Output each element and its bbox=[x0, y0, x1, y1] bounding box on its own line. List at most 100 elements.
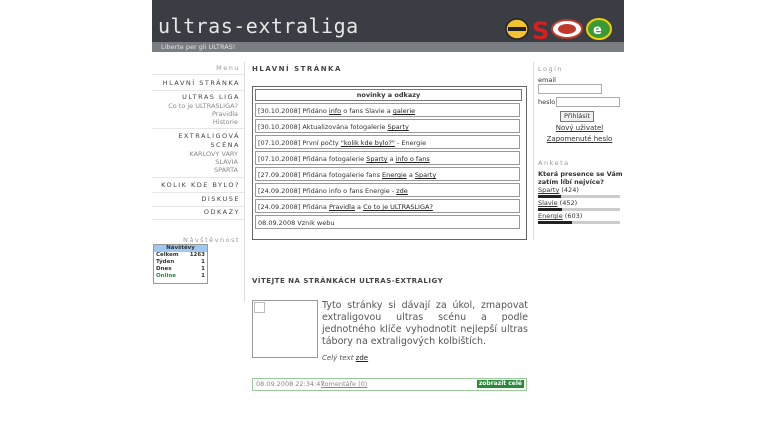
show-all-button[interactable]: zobrazit celé bbox=[476, 380, 524, 388]
news-date: [24.09.2008] bbox=[258, 203, 301, 211]
menu-sub-historie[interactable]: Historie bbox=[213, 118, 238, 126]
news-link[interactable]: Energie bbox=[382, 171, 407, 179]
login-button[interactable]: Přihlásit bbox=[560, 111, 594, 122]
page: ultras-extraliga S e Liberte per gli ULT… bbox=[152, 0, 624, 423]
menu-divider bbox=[152, 128, 244, 129]
email-input[interactable] bbox=[538, 84, 602, 94]
news-date: [30.10.2008] bbox=[258, 123, 301, 131]
article-text: Tyto stránky si dávají za úkol, zmapovat… bbox=[322, 300, 528, 347]
article-more-link[interactable]: zde bbox=[356, 354, 368, 362]
email-label: email bbox=[538, 76, 556, 84]
visits-label: Online bbox=[156, 273, 177, 279]
menu-divider bbox=[152, 177, 244, 178]
news-text: Přidána fotogalerie fans bbox=[300, 171, 383, 179]
menu-sub-karlovy-vary[interactable]: KARLOVY VARY bbox=[189, 150, 238, 158]
menu-sub-sparta[interactable]: SPARTA bbox=[214, 166, 238, 174]
news-text: a bbox=[406, 171, 415, 179]
password-label: heslo bbox=[538, 98, 556, 106]
broken-image-icon bbox=[254, 302, 265, 313]
club-logo-red-icon[interactable] bbox=[551, 18, 583, 40]
poll-option-name[interactable]: Energie bbox=[538, 212, 563, 220]
news-text: Přidána bbox=[300, 203, 329, 211]
news-text: Přidáno bbox=[300, 107, 329, 115]
news-item: [07.10.2008] Přidána fotogalerie Sparty … bbox=[255, 151, 520, 165]
news-text: První počty bbox=[300, 139, 341, 147]
news-date: [27.09.2008] bbox=[258, 171, 301, 179]
poll-bar-track bbox=[538, 195, 620, 198]
visits-row: Online 1 bbox=[154, 273, 207, 280]
visits-value: 1 bbox=[201, 259, 205, 265]
menu-divider bbox=[152, 219, 244, 220]
menu-item-ultras-liga[interactable]: ULTRAS LIGA bbox=[182, 93, 240, 102]
news-link[interactable]: Co to je ULTRASLIGA? bbox=[363, 203, 433, 211]
poll-option[interactable]: Sparty (424) bbox=[538, 186, 579, 194]
visits-label: Dnes bbox=[156, 266, 172, 272]
post-footer: 08.09.2008 22:34:47 komentáře (0) zobraz… bbox=[252, 378, 527, 391]
poll-title: Anketa bbox=[538, 159, 570, 167]
page-title: HLAVNÍ STRÁNKA bbox=[252, 65, 342, 73]
news-link[interactable]: "kolik kde bylo?" bbox=[341, 139, 395, 147]
visits-title: Návštěvnost bbox=[182, 236, 240, 244]
forgot-password-link[interactable]: Zapomenuté heslo bbox=[534, 135, 625, 143]
svg-text:S: S bbox=[532, 18, 548, 42]
news-link[interactable]: galerie bbox=[393, 107, 415, 115]
visits-value: 1 bbox=[201, 266, 205, 272]
svg-text:e: e bbox=[593, 23, 602, 38]
poll-option[interactable]: Energie (603) bbox=[538, 212, 582, 220]
site-title[interactable]: ultras-extraliga bbox=[158, 14, 359, 38]
visits-value: 1263 bbox=[189, 252, 205, 258]
poll-option[interactable]: Slavie (452) bbox=[538, 199, 577, 207]
news-text: a bbox=[354, 203, 364, 211]
club-logo-yellow-icon[interactable] bbox=[505, 18, 529, 40]
news-date: 08.09.2008 bbox=[258, 219, 296, 227]
welcome-heading: VÍTEJTE NA STRÁNKÁCH ULTRAS-EXTRALIGY bbox=[252, 277, 444, 285]
poll-option-name[interactable]: Sparty bbox=[538, 186, 559, 194]
article-more-label: Celý text bbox=[322, 354, 356, 362]
club-logo-s-icon[interactable]: S bbox=[532, 18, 548, 42]
menu-item-hlavni[interactable]: HLAVNÍ STRÁNKA bbox=[163, 79, 240, 88]
news-link[interactable]: info bbox=[329, 107, 341, 115]
news-text: Aktualizována fotogalerie bbox=[300, 123, 388, 131]
visits-value: 1 bbox=[201, 273, 205, 279]
news-link[interactable]: Pravidla bbox=[329, 203, 355, 211]
article-image bbox=[252, 300, 318, 358]
poll-option-name[interactable]: Slavie bbox=[538, 199, 558, 207]
visits-counter: Návštěvy Celkem 1263 Týden 1 Dnes 1 Online 1 bbox=[153, 244, 208, 284]
article-more: Celý text zde bbox=[322, 354, 368, 362]
news-heading: novinky a odkazy bbox=[255, 89, 522, 101]
menu-sub-co-to-je[interactable]: Co to je ULTRASLIGA? bbox=[168, 102, 238, 110]
news-item: [24.09.2008] Přidána Pravidla a Co to je… bbox=[255, 199, 520, 213]
news-box: novinky a odkazy [30.10.2008] Přidáno in… bbox=[252, 86, 527, 240]
news-link[interactable]: Sparty bbox=[415, 171, 436, 179]
news-item: [27.09.2008] Přidána fotogalerie fans En… bbox=[255, 167, 520, 181]
header: ultras-extraliga S e bbox=[152, 0, 624, 42]
menu-item-odkazy[interactable]: ODKAZY bbox=[204, 208, 240, 217]
visits-head: Návštěvy bbox=[154, 245, 207, 252]
new-user-link[interactable]: Nový uživatel bbox=[534, 124, 625, 132]
news-link[interactable]: info o fans bbox=[396, 155, 430, 163]
news-link[interactable]: Sparty bbox=[387, 123, 408, 131]
menu-item-extraligova-scena[interactable]: EXTRALIGOVÁ SCÉNA bbox=[178, 132, 240, 150]
news-link[interactable]: Sparty bbox=[366, 155, 387, 163]
poll-option-count: (424) bbox=[561, 186, 579, 194]
menu-item-diskuse[interactable]: DISKUSE bbox=[201, 195, 240, 204]
login-title: Login bbox=[538, 65, 564, 73]
post-date: 08.09.2008 22:34:47 bbox=[256, 380, 325, 388]
news-item: 08.09.2008 Vznik webu bbox=[255, 215, 520, 229]
menu-title: Menu bbox=[216, 64, 240, 72]
news-item: [07.10.2008] První počty "kolik kde bylo… bbox=[255, 135, 520, 149]
menu-sub-pravidla[interactable]: Pravidla bbox=[212, 110, 238, 118]
menu-item-kolik-kde-bylo[interactable]: KOLIK KDE BYLO? bbox=[161, 181, 240, 190]
password-input[interactable] bbox=[556, 97, 620, 107]
news-text: Vznik webu bbox=[295, 219, 335, 227]
menu-sub-slavia[interactable]: SLAVIA bbox=[215, 158, 238, 166]
club-logo-e-icon[interactable]: e bbox=[586, 18, 612, 40]
news-date: [30.10.2008] bbox=[258, 107, 301, 115]
tagline: Liberte per gli ULTRAS! bbox=[161, 43, 236, 51]
news-date: [07.10.2008] bbox=[258, 155, 301, 163]
visits-label: Celkem bbox=[156, 252, 179, 258]
poll-bar-track bbox=[538, 208, 620, 211]
news-link[interactable]: zde bbox=[396, 187, 408, 195]
comments-link[interactable]: komentáře (0) bbox=[321, 379, 367, 390]
news-text: o fans Slavie a bbox=[341, 107, 393, 115]
